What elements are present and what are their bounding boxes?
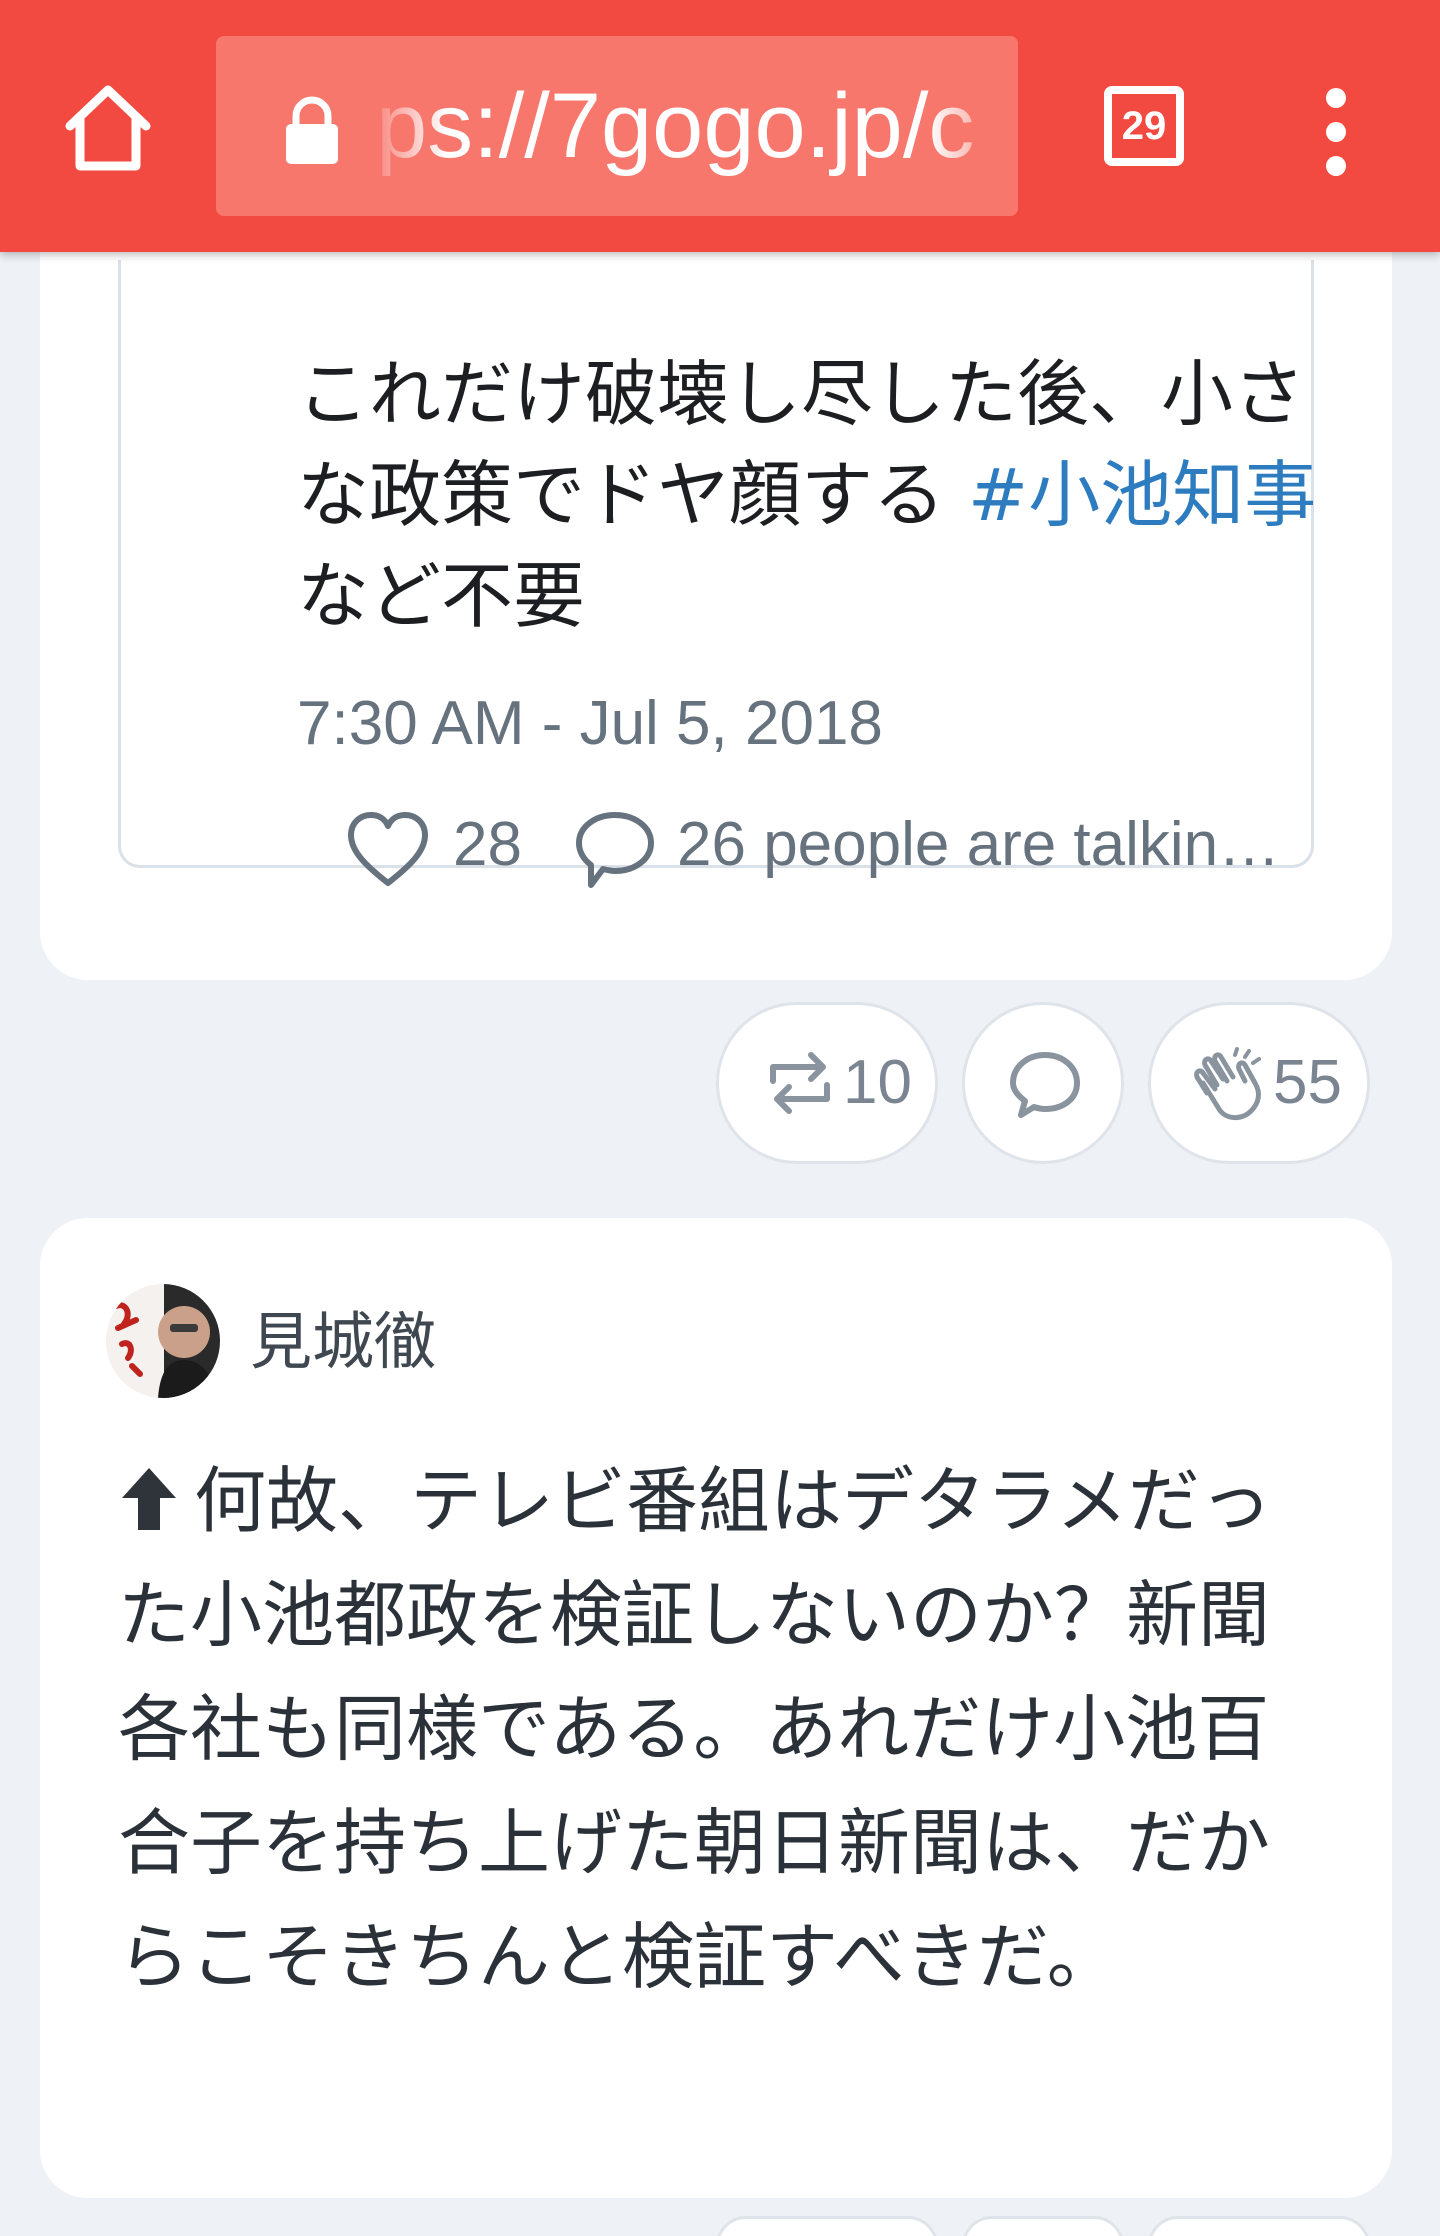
arrow-up-icon [122,1468,176,1530]
repost-button[interactable]: 10 [716,1002,938,1164]
speech-bubble-icon [1010,1052,1080,1118]
next-action-pill[interactable] [716,2216,938,2236]
hashtag-link[interactable]: #小池知事 [968,453,1316,537]
tab-switcher-button[interactable]: 29 [1104,86,1184,166]
comment-icon[interactable] [573,809,657,891]
home-icon [65,85,151,171]
repost-count: 10 [843,1048,912,1117]
tweet-text-part2: など不要 [297,554,586,638]
tweet-text: これだけ破壊し尽した後、小さな政策でドヤ顔する #小池知事 など不要 [297,344,1317,647]
repost-icon [770,1052,830,1114]
post-body: 何故、テレビ番組はデタラメだった小池都政を検証しないのか？新聞各社も同様である。… [118,1444,1338,2014]
next-action-pill[interactable] [962,2216,1124,2236]
clap-count: 55 [1273,1048,1342,1117]
post-card: 見城徹 何故、テレビ番組はデタラメだった小池都政を検証しないのか？新聞各社も同様… [40,1218,1392,2198]
next-action-pill[interactable] [1148,2216,1370,2236]
browser-toolbar: ps://7gogo.jp/c 29 [0,0,1440,252]
overflow-menu-button[interactable] [1310,86,1362,178]
clap-button[interactable]: 55 [1148,1002,1370,1164]
more-vertical-icon [1326,88,1346,176]
like-count: 28 [453,810,522,879]
home-button[interactable] [60,80,156,176]
lock-icon [286,96,338,164]
comment-button[interactable] [962,1002,1124,1164]
conversation-link[interactable]: 26 people are talkin… [677,805,1277,885]
author-name[interactable]: 見城徹 [250,1296,436,1388]
avatar-image [106,1284,220,1398]
tweet-timestamp[interactable]: 7:30 AM - Jul 5, 2018 [297,688,883,759]
url-fade-left [366,36,446,216]
avatar[interactable] [106,1284,220,1398]
url-text: ps://7gogo.jp/c [376,75,975,177]
tweet-stats: 28 26 people are talkin… [297,805,1317,888]
clap-icon [1194,1047,1261,1120]
post-text: 何故、テレビ番組はデタラメだった小池都政を検証しないのか？新聞各社も同様である。… [118,1459,1272,1999]
address-bar[interactable]: ps://7gogo.jp/c [216,36,1018,216]
post-card: これだけ破壊し尽した後、小さな政策でドヤ顔する #小池知事 など不要 7:30 … [40,160,1392,980]
url-fade-right [928,36,1018,216]
embedded-tweet[interactable]: これだけ破壊し尽した後、小さな政策でドヤ顔する #小池知事 など不要 7:30 … [118,260,1317,888]
heart-icon[interactable] [345,809,431,889]
